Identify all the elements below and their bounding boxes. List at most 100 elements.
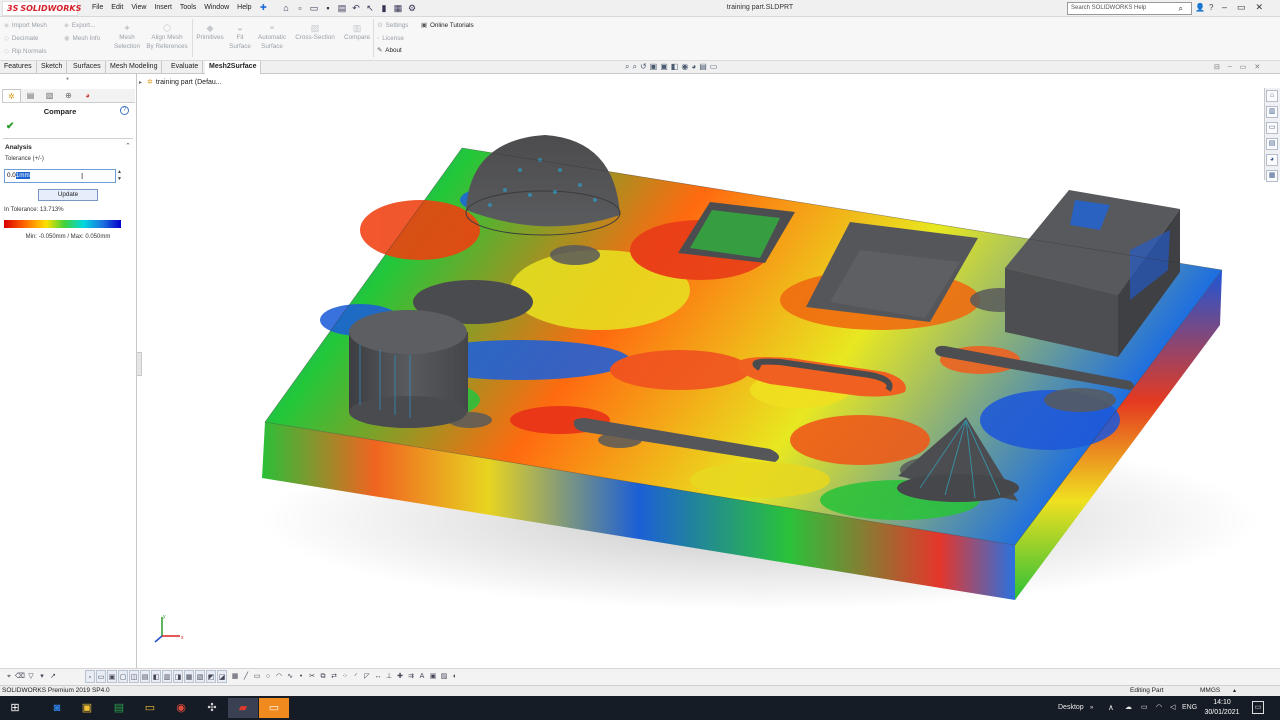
filter-points-icon[interactable]: ▥ [162,670,172,683]
dimension-icon[interactable]: ↔ [373,670,383,683]
circle-icon[interactable]: ○ [263,670,273,683]
compare-button[interactable]: ▥ Compare [340,23,374,42]
online-tutorials-button[interactable]: ▣ Online Tutorials [421,22,474,29]
sketch-picture-icon[interactable]: ▨ [439,670,449,683]
dropdown-icon[interactable]: ▾ [37,670,47,683]
user-icon[interactable]: 👤 [1195,3,1205,12]
filter-icon[interactable]: ▽ [26,670,36,683]
block-icon[interactable]: ▣ [428,670,438,683]
tab-sketch[interactable]: Sketch [37,61,68,74]
rect-icon[interactable]: ▭ [252,670,262,683]
custom-properties-icon[interactable]: ▦ [1266,170,1278,182]
undo-icon[interactable]: ↶ [350,2,362,14]
collapse-chevron-icon[interactable]: ⌃ [125,142,131,150]
save-icon[interactable]: ▪ [322,2,334,14]
tab-features[interactable]: Features [0,61,37,74]
import-mesh-button[interactable]: ◈ Import Mesh [4,22,47,29]
mirror-icon[interactable]: ⇄ [329,670,339,683]
section-view-icon[interactable]: ▣ [650,62,658,72]
filter-notes-icon[interactable]: ▧ [195,670,205,683]
outlook-icon[interactable]: ◙ [42,698,72,718]
restore-icon[interactable]: ▭ [1237,2,1246,13]
arc-icon[interactable]: ◠ [274,670,284,683]
primitives-button[interactable]: ◆ Primitives [193,23,227,42]
viewport-restore-icon[interactable]: ▭ [1240,63,1247,71]
menu-edit[interactable]: Edit [107,4,127,11]
repair-icon[interactable]: ✚ [395,670,405,683]
display-icon[interactable]: ◐ [450,670,460,683]
minimize-icon[interactable]: – [1222,2,1227,13]
menu-file[interactable]: File [88,4,107,11]
filter-edges-icon[interactable]: ▭ [96,670,106,683]
open-folder-icon[interactable]: ▭ [308,2,320,14]
file-manager-icon[interactable]: ▣ [72,698,102,718]
desktop-expand-icon[interactable]: » [1090,696,1093,720]
fillet-icon[interactable]: ◜ [351,670,361,683]
display-manager-tab-icon[interactable]: ◕ [78,89,97,102]
menu-view[interactable]: View [127,4,150,11]
automatic-surface-button[interactable]: ◓ Automatic Surface [254,23,290,51]
configuration-manager-tab-icon[interactable]: ▧ [40,89,59,102]
search-icon[interactable]: ⌕ [1179,3,1183,14]
filter-surfaces-icon[interactable]: ◫ [129,670,139,683]
resources-home-icon[interactable]: ⌂ [1266,90,1278,102]
tab-evaluate[interactable]: Evaluate [167,61,204,74]
chamfer-icon[interactable]: ◸ [362,670,372,683]
previous-view-icon[interactable]: ↺ [640,62,647,72]
home-icon[interactable]: ⌂ [280,2,292,14]
battery-icon[interactable]: ▭ [1141,696,1148,720]
network-app-icon[interactable]: ✣ [197,698,227,718]
scene-icon[interactable]: ▤ [699,62,707,72]
filter-weld-icon[interactable]: ◪ [217,670,227,683]
tab-mesh-modeling[interactable]: Mesh Modeling [106,61,163,74]
wifi-icon[interactable]: ◠ [1156,696,1162,720]
update-button[interactable]: Update [38,189,98,201]
tab-mesh2surface[interactable]: Mesh2Surface [205,61,262,74]
status-expand-icon[interactable]: ▴ [1233,686,1236,696]
filter-planes-icon[interactable]: ◧ [151,670,161,683]
solidworks-logo[interactable]: 3S SOLIDWORKS [2,1,81,16]
convert-icon[interactable]: ⇉ [406,670,416,683]
onedrive-icon[interactable]: ☁ [1125,696,1132,720]
options-gear-icon[interactable]: ⚙ [406,2,418,14]
feature-manager-tab-icon[interactable]: ✲ [2,89,21,102]
rip-normals-button[interactable]: ◇ Rip Normals [4,48,46,55]
system-clock[interactable]: 14:10 30/01/2021 [1200,698,1244,718]
monitor-icon[interactable]: ▭ [710,62,718,72]
select-arrow-icon[interactable]: ↖ [364,2,376,14]
filter-bodies-icon[interactable]: ▢ [118,670,128,683]
display-style-icon[interactable]: ◧ [671,62,679,72]
license-button[interactable]: ▫ License [377,35,404,42]
offset-icon[interactable]: ⧉ [318,670,328,683]
panel-grip-icon[interactable]: ● [66,76,69,82]
search-help-input[interactable]: Search SOLIDWORKS Help ⌕ [1067,2,1192,15]
folder-icon[interactable]: ▭ [135,698,165,718]
menu-help[interactable]: Help [233,4,255,11]
cross-section-button[interactable]: ▧ Cross-Section [292,23,338,42]
pin-menu-icon[interactable]: ✚ [260,3,267,12]
zoom-to-fit-icon[interactable]: ⌕ [625,62,629,72]
desktop-toolbar-label[interactable]: Desktop [1058,696,1084,720]
excel-icon[interactable]: ▤ [104,698,134,718]
relation-icon[interactable]: ⊥ [384,670,394,683]
volume-icon[interactable]: ◁ [1170,696,1175,720]
trim-icon[interactable]: ✂ [307,670,317,683]
active-window-icon[interactable]: ▭ [259,698,289,718]
traffic-light-icon[interactable]: ▮ [378,2,390,14]
pattern-icon[interactable]: ⁘ [340,670,350,683]
fit-surface-button[interactable]: ◒ Fit Surface [227,23,253,51]
design-library-icon[interactable]: ▥ [1266,106,1278,118]
notification-icon[interactable]: ▭ [1252,701,1264,714]
menu-window[interactable]: Window [200,4,233,11]
view-orientation-icon[interactable]: ▣ [660,62,668,72]
property-manager-tab-icon[interactable]: ▤ [21,89,40,102]
line-icon[interactable]: ╱ [241,670,251,683]
align-mesh-button[interactable]: ⬡ Align Mesh By References [144,23,190,51]
toggle-icon[interactable]: ↗ [48,670,58,683]
export-button[interactable]: ◈ Export... [64,22,95,29]
viewport-close-icon[interactable]: ✕ [1254,63,1260,71]
appearances-icon[interactable]: ◕ [1266,154,1278,166]
start-windows-icon[interactable]: ⊞ [0,698,30,718]
filter-vertices-icon[interactable]: ▫ [85,670,95,683]
menu-tools[interactable]: Tools [176,4,200,11]
